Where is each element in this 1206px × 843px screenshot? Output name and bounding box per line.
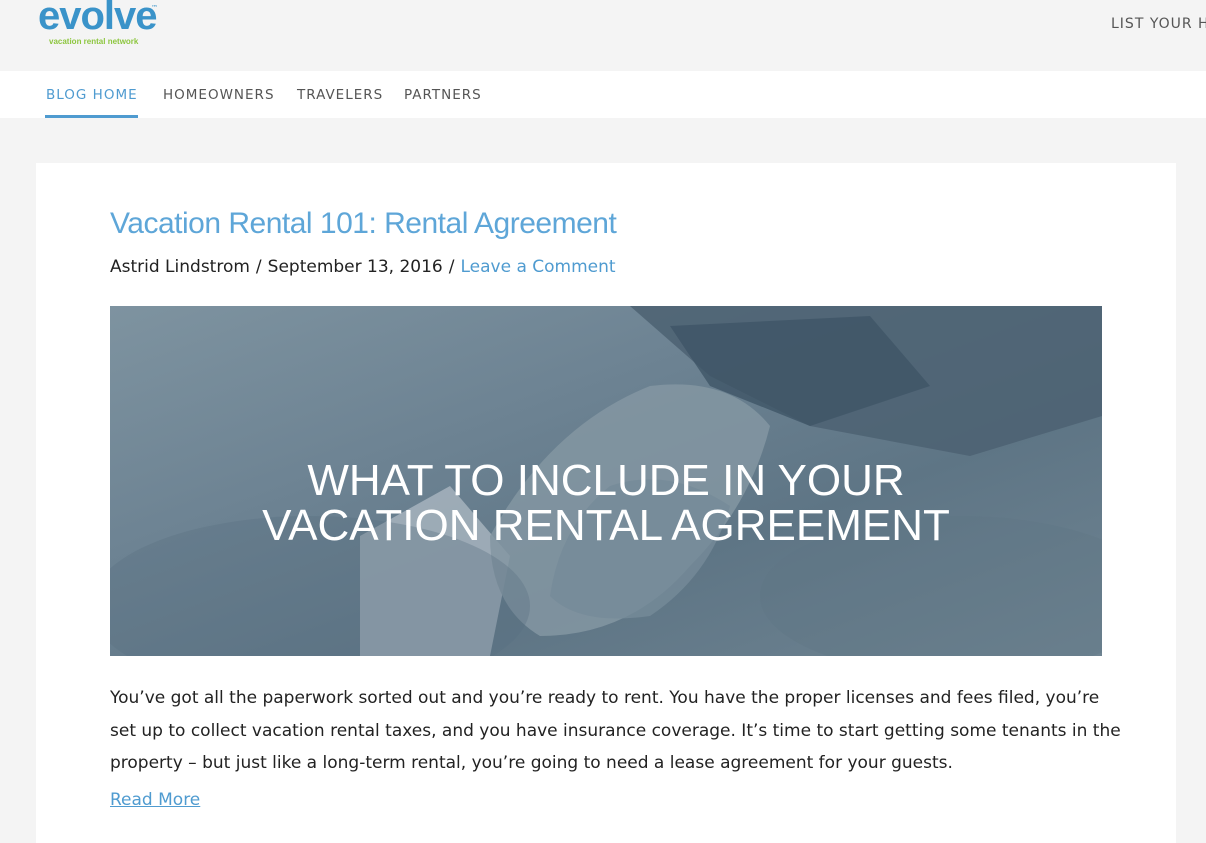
post-meta: Astrid Lindstrom / September 13, 2016/Leav… <box>110 257 616 277</box>
post-author: Astrid Lindstrom <box>110 257 250 277</box>
read-more-link[interactable]: Read More <box>110 790 200 810</box>
logo-tagline: vacation rental network <box>49 37 139 46</box>
nav-item-blog-home[interactable]: BLOG HOME <box>46 87 138 103</box>
evolve-logo[interactable]: evolve ™ vacation rental network <box>38 0 168 50</box>
blog-nav: BLOG HOME HOMEOWNERS TRAVELERS PARTNERS <box>0 71 1206 118</box>
hero-heading-line1: WHAT TO INCLUDE IN YOUR <box>307 456 905 505</box>
nav-item-partners[interactable]: PARTNERS <box>404 87 482 103</box>
hero-image[interactable]: WHAT TO INCLUDE IN YOUR VACATION RENTAL … <box>110 306 1102 656</box>
site-header: evolve ™ vacation rental network LIST YO… <box>0 0 1206 71</box>
leave-comment-link[interactable]: Leave a Comment <box>460 257 615 277</box>
nav-item-travelers[interactable]: TRAVELERS <box>297 87 383 103</box>
meta-separator: / <box>448 257 455 277</box>
excerpt-line: You’ve got all the paperwork sorted out … <box>110 688 1100 708</box>
nav-item-homeowners[interactable]: HOMEOWNERS <box>163 87 275 103</box>
post-excerpt: You’ve got all the paperwork sorted out … <box>110 682 1121 780</box>
excerpt-line: property – but just like a long-term ren… <box>110 753 953 773</box>
post-date: September 13, 2016 <box>267 257 443 277</box>
post-card: Vacation Rental 101: Rental Agreement As… <box>36 163 1176 843</box>
active-nav-indicator <box>45 115 138 118</box>
logo-wordmark: evolve <box>38 0 158 38</box>
list-your-home-link[interactable]: LIST YOUR HO <box>1111 16 1206 32</box>
logo-trademark: ™ <box>151 4 158 12</box>
meta-separator: / <box>255 257 262 277</box>
excerpt-line: set up to collect vacation rental taxes,… <box>110 720 1121 741</box>
hero-heading-line2: VACATION RENTAL AGREEMENT <box>262 501 950 550</box>
post-title[interactable]: Vacation Rental 101: Rental Agreement <box>110 207 617 241</box>
